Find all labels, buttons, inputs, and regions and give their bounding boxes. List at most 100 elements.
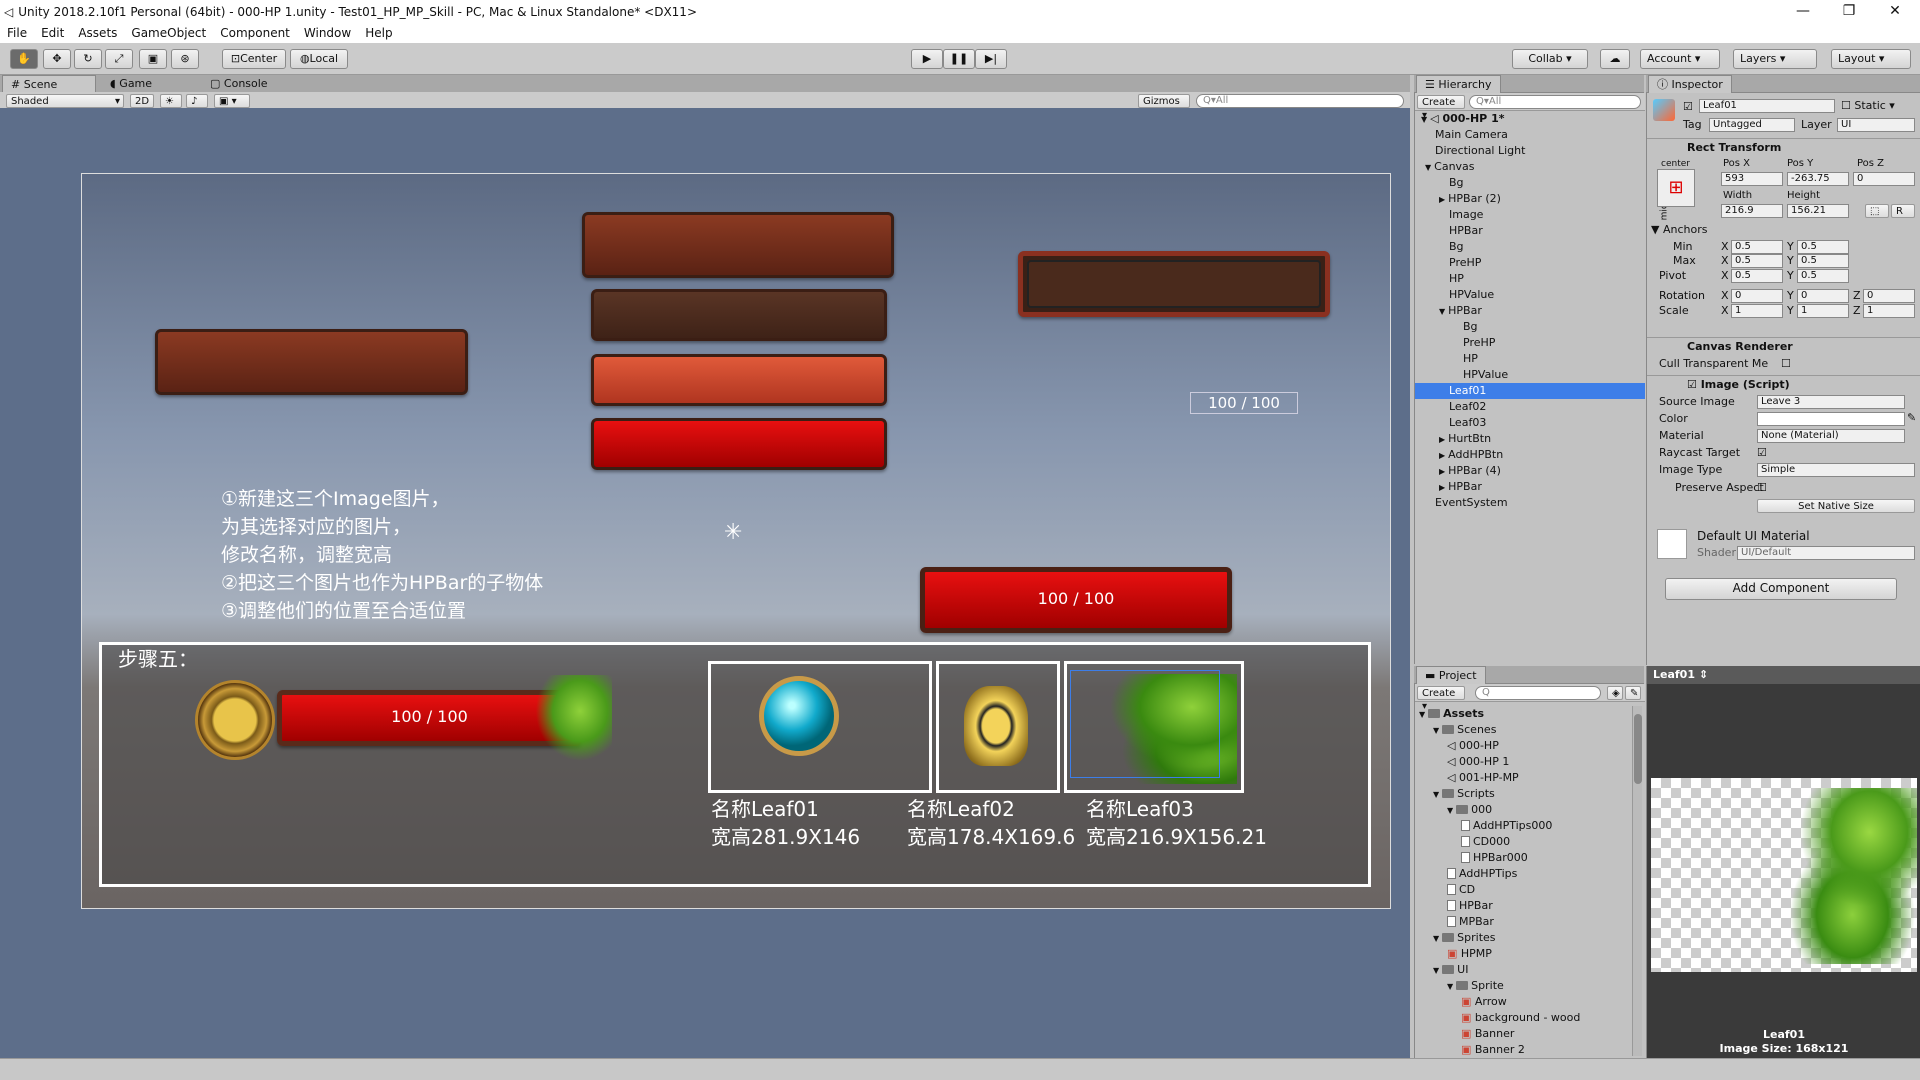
hierarchy-item-hpbar[interactable]: ▼ HPBar [1415, 303, 1645, 319]
rotation-x-field[interactable]: 0 [1731, 289, 1783, 303]
project-search-input[interactable]: Q [1475, 686, 1601, 700]
hp-bar-hp[interactable] [591, 418, 887, 470]
menu-help[interactable]: Help [358, 26, 399, 40]
lighting-toggle[interactable]: ☀ [160, 94, 182, 108]
hierarchy-item-hpvalue[interactable]: HPValue [1415, 367, 1645, 383]
filter-type-button[interactable]: ◈ [1607, 686, 1623, 700]
expand-down-icon[interactable]: ▼ [1433, 726, 1439, 735]
hp-bar-full[interactable]: 100 / 100 [920, 567, 1232, 633]
hierarchy-item-main-camera[interactable]: Main Camera [1415, 127, 1645, 143]
pivot-center-button[interactable]: ⊡Center [222, 49, 286, 69]
audio-toggle[interactable]: ♪ [186, 94, 208, 108]
project-item-scripts[interactable]: ▼ Scripts [1433, 786, 1495, 802]
project-item-000-hp-1[interactable]: ◁ 000-HP 1 [1447, 754, 1509, 770]
effects-dropdown[interactable]: ▣ ▾ [214, 94, 250, 108]
tag-dropdown[interactable]: Untagged [1709, 118, 1795, 132]
image-script-header[interactable]: ☑ Image (Script) [1647, 375, 1920, 393]
expand-down-icon[interactable]: ▼ [1433, 934, 1439, 943]
expand-right-icon[interactable]: ▶ [1439, 483, 1445, 492]
cloud-button[interactable]: ☁ [1600, 49, 1630, 69]
color-field[interactable] [1757, 412, 1905, 426]
raycast-target-checkbox[interactable]: ☑ [1757, 446, 1767, 460]
move-tool-button[interactable]: ✥ [43, 49, 71, 69]
hierarchy-item-hpbar-4-[interactable]: ▶ HPBar (4) [1415, 463, 1645, 479]
leaf01-sprite-box[interactable] [708, 661, 932, 793]
project-create-button[interactable]: Create ▾ [1417, 686, 1465, 712]
hierarchy-item-prehp[interactable]: PreHP [1415, 255, 1645, 271]
hierarchy-scene-root[interactable]: ▼ ◁ 000-HP 1* [1415, 111, 1645, 127]
maximize-button[interactable]: ❐ [1826, 0, 1872, 23]
menu-edit[interactable]: Edit [34, 26, 71, 40]
tab-console[interactable]: ▢ Console [202, 75, 276, 93]
project-item-sprite[interactable]: ▼ Sprite [1447, 978, 1504, 994]
scale-z-field[interactable]: 1 [1863, 304, 1915, 318]
project-item-arrow[interactable]: ▣ Arrow [1461, 994, 1507, 1010]
menu-window[interactable]: Window [297, 26, 358, 40]
project-item-hpbar[interactable]: HPBar [1447, 898, 1493, 914]
min-x-field[interactable]: 0.5 [1731, 240, 1783, 254]
rotation-y-field[interactable]: 0 [1797, 289, 1849, 303]
hp-value-small[interactable]: 100 / 100 [1190, 392, 1298, 414]
add-component-button[interactable]: Add Component [1665, 578, 1897, 600]
hierarchy-item-eventsystem[interactable]: EventSystem [1415, 495, 1645, 511]
expand-right-icon[interactable]: ▶ [1439, 195, 1445, 204]
expand-down-icon[interactable]: ▼ [1419, 710, 1425, 719]
rect-transform-header[interactable]: Rect Transform [1647, 138, 1920, 156]
project-item-banner-2[interactable]: ▣ Banner 2 [1461, 1042, 1525, 1058]
menu-component[interactable]: Component [213, 26, 297, 40]
pos-y-field[interactable]: -263.75 [1787, 172, 1849, 186]
hierarchy-item-leaf03[interactable]: Leaf03 [1415, 415, 1645, 431]
expand-down-icon[interactable]: ▼ [1433, 790, 1439, 799]
hierarchy-item-canvas[interactable]: ▼ Canvas [1415, 159, 1645, 175]
project-item-cd000[interactable]: CD000 [1461, 834, 1510, 850]
project-item-000[interactable]: ▼ 000 [1447, 802, 1492, 818]
account-dropdown[interactable]: Account ▾ [1640, 49, 1720, 69]
expand-down-icon[interactable]: ▼ [1425, 163, 1431, 172]
scene-search-input[interactable]: Q▾All [1196, 94, 1404, 108]
hierarchy-item-addhpbtn[interactable]: ▶ AddHPBtn [1415, 447, 1645, 463]
menu-gameobject[interactable]: GameObject [124, 26, 213, 40]
hierarchy-item-bg[interactable]: Bg [1415, 239, 1645, 255]
project-item-addhptips000[interactable]: AddHPTips000 [1461, 818, 1552, 834]
rotate-tool-button[interactable]: ↻ [74, 49, 102, 69]
hierarchy-item-bg[interactable]: Bg [1415, 319, 1645, 335]
object-name-field[interactable]: Leaf01 [1699, 99, 1835, 113]
pos-x-field[interactable]: 593 [1721, 172, 1783, 186]
gizmos-dropdown[interactable]: Gizmos ▾ [1138, 94, 1190, 120]
menu-file[interactable]: File [0, 26, 34, 40]
space-local-button[interactable]: ◍Local [290, 49, 348, 69]
step-button[interactable]: ▶| [975, 49, 1007, 69]
project-item-ui[interactable]: ▼ UI [1433, 962, 1468, 978]
menu-assets[interactable]: Assets [71, 26, 124, 40]
hp-bar-brown-left[interactable] [155, 329, 468, 395]
hp-bar-frame[interactable] [1018, 251, 1330, 317]
project-item-sprites[interactable]: ▼ Sprites [1433, 930, 1496, 946]
project-scrollbar[interactable] [1632, 706, 1642, 1056]
hierarchy-item-hp[interactable]: HP [1415, 271, 1645, 287]
filter-label-button[interactable]: ✎ [1625, 686, 1641, 700]
active-checkbox[interactable]: ☑ [1683, 100, 1693, 114]
tab-scene[interactable]: # Scene [2, 75, 96, 93]
project-item-scenes[interactable]: ▼ Scenes [1433, 722, 1496, 738]
layers-dropdown[interactable]: Layers ▾ [1733, 49, 1817, 69]
move-tool-gizmo-icon[interactable]: ✳ [724, 520, 742, 545]
height-field[interactable]: 156.21 [1787, 204, 1849, 218]
preserve-aspect-checkbox[interactable]: ☐ [1757, 481, 1767, 495]
play-button[interactable]: ▶ [911, 49, 943, 69]
hierarchy-item-hurtbtn[interactable]: ▶ HurtBtn [1415, 431, 1645, 447]
hierarchy-item-hpvalue[interactable]: HPValue [1415, 287, 1645, 303]
minimize-button[interactable]: — [1780, 0, 1826, 23]
pivot-y-field[interactable]: 0.5 [1797, 269, 1849, 283]
leaf03-sprite-box[interactable] [1064, 661, 1244, 793]
hand-tool-button[interactable]: ✋ [10, 49, 38, 69]
hp-bar-brown-top[interactable] [582, 212, 894, 278]
hp-bar-prehp[interactable] [591, 354, 887, 406]
project-item-mpbar[interactable]: MPBar [1447, 914, 1494, 930]
expand-down-icon[interactable]: ▼ [1447, 806, 1453, 815]
close-button[interactable]: ✕ [1872, 0, 1918, 23]
hierarchy-item-leaf01[interactable]: Leaf01 [1415, 383, 1645, 399]
project-item-hpbar000[interactable]: HPBar000 [1461, 850, 1528, 866]
raw-edit-button[interactable]: R [1891, 204, 1915, 218]
project-item-hpmp[interactable]: ▣ HPMP [1447, 946, 1492, 962]
image-type-dropdown[interactable]: Simple [1757, 463, 1915, 477]
